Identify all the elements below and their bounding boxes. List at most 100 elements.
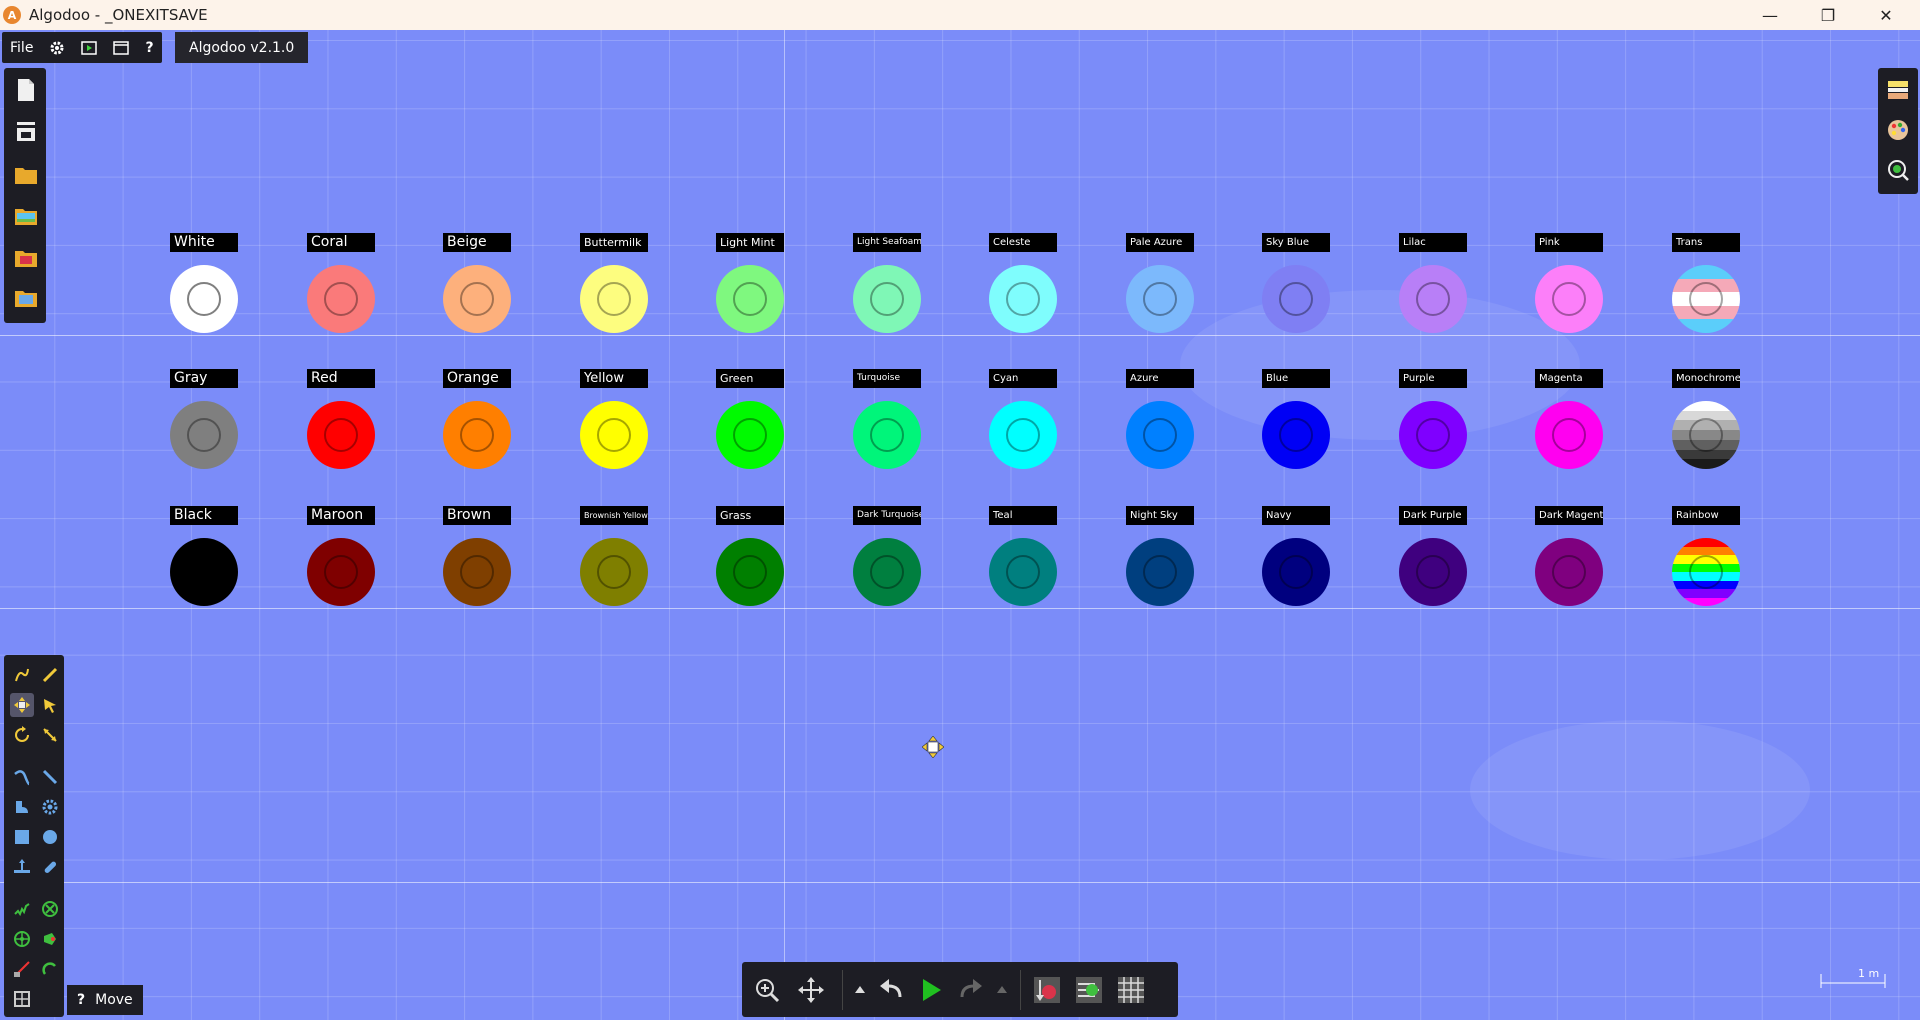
- swatch-circle-dark-purple[interactable]: [1399, 538, 1467, 606]
- swatch-label-buttermilk[interactable]: Buttermilk: [580, 233, 648, 252]
- swatch-circle-rainbow[interactable]: [1672, 538, 1740, 606]
- swatch-circle-black[interactable]: [170, 538, 238, 606]
- tool-hint[interactable]: ? Move: [67, 985, 143, 1015]
- pan-icon[interactable]: [796, 975, 826, 1005]
- swatch-label-light-mint[interactable]: Light Mint: [716, 233, 784, 252]
- swatch-label-gray[interactable]: Gray: [170, 369, 238, 388]
- swatch-label-red[interactable]: Red: [307, 369, 375, 388]
- swatch-label-dark-purple[interactable]: Dark Purple: [1399, 506, 1467, 525]
- swatch-circle-blue[interactable]: [1262, 401, 1330, 469]
- swatch-circle-trans[interactable]: [1672, 265, 1740, 333]
- swatch-label-yellow[interactable]: Yellow: [580, 369, 648, 388]
- swatch-circle-azure[interactable]: [1126, 401, 1194, 469]
- zoom-icon[interactable]: [752, 975, 782, 1005]
- swatch-circle-brown[interactable]: [443, 538, 511, 606]
- swatch-label-dark-magenta[interactable]: Dark Magenta: [1535, 506, 1603, 525]
- swatch-circle-pale-azure[interactable]: [1126, 265, 1194, 333]
- swatch-circle-coral[interactable]: [307, 265, 375, 333]
- swatch-circle-cyan[interactable]: [989, 401, 1057, 469]
- scale-tool-icon[interactable]: [38, 723, 62, 747]
- swatch-circle-dark-magenta[interactable]: [1535, 538, 1603, 606]
- swatch-circle-orange[interactable]: [443, 401, 511, 469]
- swatch-label-sky-blue[interactable]: Sky Blue: [1262, 233, 1330, 252]
- swatch-circle-lilac[interactable]: [1399, 265, 1467, 333]
- new-scene-icon[interactable]: [14, 78, 38, 102]
- gear-icon[interactable]: [41, 32, 73, 63]
- scene-properties-icon[interactable]: [1886, 78, 1910, 102]
- swatch-label-blue[interactable]: Blue: [1262, 369, 1330, 388]
- swatch-circle-light-seafoam[interactable]: [853, 265, 921, 333]
- move-tool-icon[interactable]: [10, 693, 34, 717]
- undo-dropdown-arrow-icon[interactable]: [850, 975, 870, 1005]
- close-button[interactable]: ✕: [1858, 0, 1914, 30]
- swatch-label-pale-azure[interactable]: Pale Azure: [1126, 233, 1194, 252]
- undo-icon[interactable]: [876, 975, 906, 1005]
- chain-tool-icon[interactable]: [38, 855, 62, 879]
- minimize-button[interactable]: —: [1742, 0, 1798, 30]
- gravity-toggle-icon[interactable]: [1032, 975, 1062, 1005]
- swatch-label-navy[interactable]: Navy: [1262, 506, 1330, 525]
- algobox-folder-icon[interactable]: [14, 246, 38, 270]
- palette-icon[interactable]: [1886, 118, 1910, 142]
- swatch-label-green[interactable]: Green: [716, 369, 784, 388]
- swatch-label-coral[interactable]: Coral: [307, 233, 375, 252]
- tracer-tool-icon[interactable]: [38, 957, 62, 981]
- swatch-circle-pink[interactable]: [1535, 265, 1603, 333]
- play-scene-icon[interactable]: [73, 32, 105, 63]
- swatch-label-white[interactable]: White: [170, 233, 238, 252]
- swatch-label-cyan[interactable]: Cyan: [989, 369, 1057, 388]
- laser-tool-icon[interactable]: [10, 957, 34, 981]
- swatch-label-rainbow[interactable]: Rainbow: [1672, 506, 1740, 525]
- open-scene-browser-icon[interactable]: [14, 204, 38, 228]
- swatch-circle-purple[interactable]: [1399, 401, 1467, 469]
- fixate-tool-icon[interactable]: [38, 897, 62, 921]
- swatch-label-lilac[interactable]: Lilac: [1399, 233, 1467, 252]
- rotate-tool-icon[interactable]: [10, 723, 34, 747]
- swatch-label-celeste[interactable]: Celeste: [989, 233, 1057, 252]
- swatch-circle-navy[interactable]: [1262, 538, 1330, 606]
- swatch-label-brown[interactable]: Brown: [443, 506, 511, 525]
- file-menu[interactable]: File: [2, 32, 41, 63]
- knife-tool-icon[interactable]: [38, 765, 62, 789]
- swatch-label-monochrome[interactable]: Monochrome: [1672, 369, 1740, 388]
- help-button[interactable]: ?: [137, 32, 161, 63]
- spring-tool-icon[interactable]: [10, 897, 34, 921]
- sketch-tool-icon[interactable]: [10, 663, 34, 687]
- swatch-label-beige[interactable]: Beige: [443, 233, 511, 252]
- swatch-circle-gray[interactable]: [170, 401, 238, 469]
- swatch-label-azure[interactable]: Azure: [1126, 369, 1194, 388]
- swatch-label-orange[interactable]: Orange: [443, 369, 511, 388]
- play-simulation-icon[interactable]: [916, 975, 946, 1005]
- swatch-circle-celeste[interactable]: [989, 265, 1057, 333]
- swatch-circle-monochrome[interactable]: [1672, 401, 1740, 469]
- texture-tool-icon[interactable]: [10, 987, 34, 1011]
- scene-canvas[interactable]: White Coral Beige Buttermilk Light Mint Light…: [0, 30, 1920, 1020]
- pencil-tool-icon[interactable]: [38, 663, 62, 687]
- save-scene-icon[interactable]: [14, 120, 38, 144]
- swatch-label-dark-turquoise[interactable]: Dark Turquoise: [853, 506, 921, 525]
- swatch-circle-grass[interactable]: [716, 538, 784, 606]
- swatch-label-magenta[interactable]: Magenta: [1535, 369, 1603, 388]
- open-folder-icon[interactable]: [14, 163, 38, 187]
- axle-tool-icon[interactable]: [10, 927, 34, 951]
- swatch-label-maroon[interactable]: Maroon: [307, 506, 375, 525]
- swatch-circle-beige[interactable]: [443, 265, 511, 333]
- box-tool-icon[interactable]: [10, 825, 34, 849]
- swatch-circle-light-mint[interactable]: [716, 265, 784, 333]
- swatch-circle-buttermilk[interactable]: [580, 265, 648, 333]
- swatch-circle-green[interactable]: [716, 401, 784, 469]
- thruster-tool-icon[interactable]: [38, 927, 62, 951]
- swatch-circle-turquoise[interactable]: [853, 401, 921, 469]
- swatch-label-black[interactable]: Black: [170, 506, 238, 525]
- import-image-folder-icon[interactable]: [14, 286, 38, 310]
- swatch-circle-magenta[interactable]: [1535, 401, 1603, 469]
- swatch-label-pink[interactable]: Pink: [1535, 233, 1603, 252]
- swatch-circle-maroon[interactable]: [307, 538, 375, 606]
- swatch-label-night-sky[interactable]: Night Sky: [1126, 506, 1194, 525]
- swatch-circle-night-sky[interactable]: [1126, 538, 1194, 606]
- redo-icon[interactable]: [956, 975, 986, 1005]
- swatch-label-brownish-yellow[interactable]: Brownish Yellow: [580, 506, 648, 525]
- swatch-label-grass[interactable]: Grass: [716, 506, 784, 525]
- swatch-label-purple[interactable]: Purple: [1399, 369, 1467, 388]
- visualization-icon[interactable]: [1886, 158, 1910, 182]
